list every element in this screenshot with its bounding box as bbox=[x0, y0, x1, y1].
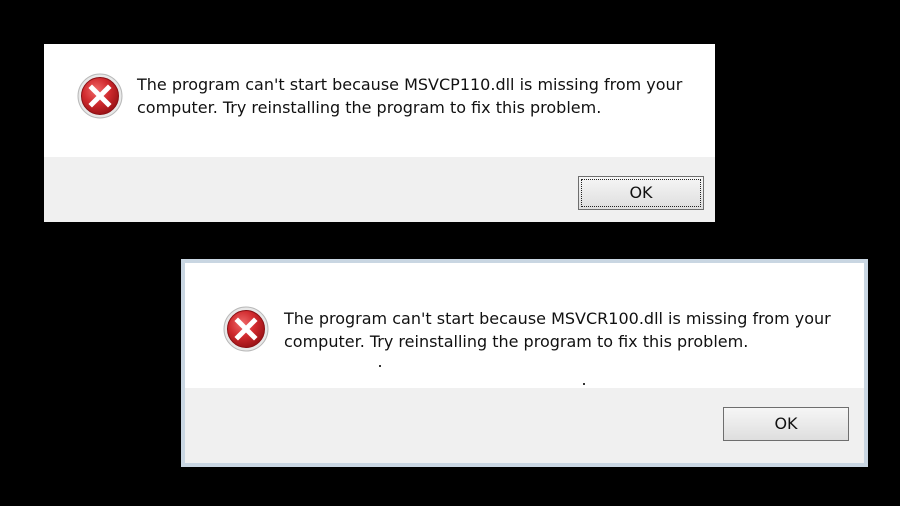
error-message: The program can't start because MSVCP110… bbox=[137, 73, 682, 119]
desktop-background: The program can't start because MSVCP110… bbox=[0, 0, 900, 506]
error-message-line-1: The program can't start because MSVCR100… bbox=[284, 309, 831, 328]
error-message-line-2: computer. Try reinstalling the program t… bbox=[284, 332, 749, 351]
artifact-dot bbox=[583, 383, 585, 385]
error-dialog-msvcp110: The program can't start because MSVCP110… bbox=[44, 44, 715, 222]
message-area: The program can't start because MSVCR100… bbox=[185, 263, 864, 388]
error-message-line-2: computer. Try reinstalling the program t… bbox=[137, 98, 602, 117]
message-area: The program can't start because MSVCP110… bbox=[44, 44, 715, 157]
button-bar: OK bbox=[185, 388, 864, 463]
error-message-line-1: The program can't start because MSVCP110… bbox=[137, 75, 683, 94]
error-message: The program can't start because MSVCR100… bbox=[284, 307, 831, 353]
ok-button[interactable]: OK bbox=[578, 176, 704, 210]
error-icon bbox=[223, 306, 269, 352]
error-dialog-msvcr100: The program can't start because MSVCR100… bbox=[181, 259, 868, 467]
button-bar: OK bbox=[44, 157, 715, 222]
error-icon bbox=[77, 73, 123, 119]
artifact-dot bbox=[379, 365, 381, 367]
ok-button[interactable]: OK bbox=[723, 407, 849, 441]
